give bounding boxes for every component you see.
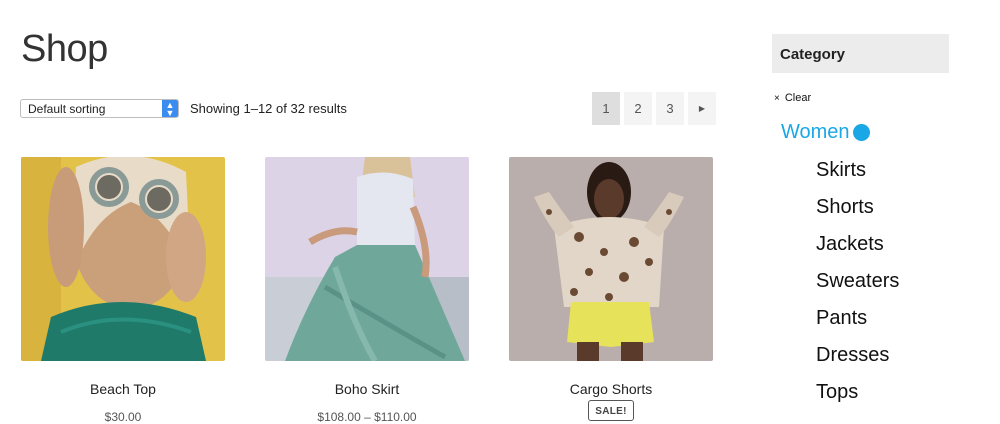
close-icon: ×	[774, 93, 780, 104]
category-item-jackets[interactable]: Jackets	[816, 233, 899, 270]
sorting-select[interactable]: Default sorting ▲ ▼	[20, 99, 179, 118]
category-label: Women	[781, 121, 850, 143]
product-name[interactable]: Cargo Shorts	[509, 381, 713, 397]
category-item-shorts[interactable]: Shorts	[816, 196, 899, 233]
category-item-dresses[interactable]: Dresses	[816, 344, 899, 381]
triangle-right-icon: ▶	[698, 104, 706, 113]
category-item-skirts[interactable]: Skirts	[816, 159, 899, 196]
category-item-sweaters[interactable]: Sweaters	[816, 270, 899, 307]
category-item-women[interactable]: Women	[781, 121, 870, 144]
category-widget-title: Category	[772, 34, 949, 73]
subcategory-list: Skirts Shorts Jackets Sweaters Pants Dre…	[816, 159, 899, 418]
next-page-button[interactable]: ▶	[688, 92, 716, 125]
product-image[interactable]	[509, 157, 713, 361]
page-title: Shop	[21, 28, 108, 70]
page-2-button[interactable]: 2	[624, 92, 652, 125]
sorting-select-value: Default sorting	[28, 102, 106, 116]
product-image[interactable]	[265, 157, 469, 361]
select-arrows-icon: ▲ ▼	[162, 100, 178, 118]
pagination: 1 2 3 ▶	[592, 92, 720, 125]
product-name[interactable]: Beach Top	[21, 381, 225, 397]
page-3-button[interactable]: 3	[656, 92, 684, 125]
product-price: $108.00 – $110.00	[317, 410, 417, 424]
clear-label: Clear	[784, 92, 812, 104]
page-1-button[interactable]: 1	[592, 92, 620, 125]
active-dot-icon	[852, 124, 870, 141]
product-name[interactable]: Boho Skirt	[265, 381, 469, 397]
sale-badge: SALE!	[588, 400, 634, 421]
product-card: Boho Skirt $108.00 – $110.00	[265, 157, 469, 424]
clear-filter-link[interactable]: × Clear	[774, 92, 811, 104]
product-price: $30.00	[104, 410, 142, 424]
product-image[interactable]	[21, 157, 225, 361]
category-item-pants[interactable]: Pants	[816, 307, 899, 344]
product-card: Cargo Shorts SALE!	[509, 157, 713, 421]
result-count: Showing 1–12 of 32 results	[190, 101, 347, 116]
product-card: Beach Top $30.00	[21, 157, 225, 424]
category-item-tops[interactable]: Tops	[816, 381, 899, 418]
